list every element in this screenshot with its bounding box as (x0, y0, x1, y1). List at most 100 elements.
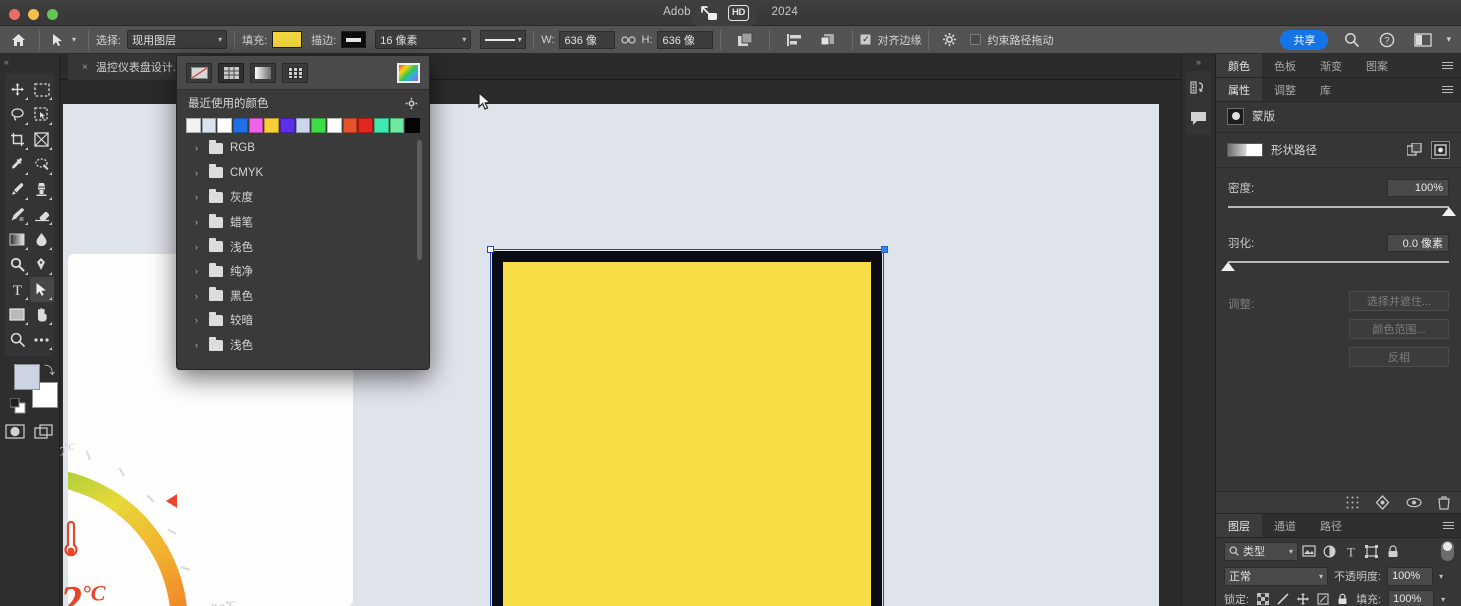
horizontal-type-tool[interactable]: T (5, 277, 30, 302)
properties-panel-tabs[interactable]: 属性 调整 库 (1216, 78, 1461, 102)
density-value[interactable]: 100% (1387, 179, 1449, 197)
share-button[interactable]: 共享 (1280, 29, 1329, 50)
height-input[interactable]: 636 像 (657, 30, 714, 49)
link-icon[interactable] (615, 29, 641, 51)
swatch-groups-list[interactable]: › RGB › CMYK › 灰度 › 蜡笔 › 浅色 › 纯净 › 黑色 › 较暗 › 浅色 (186, 136, 422, 356)
gradient-mode-button[interactable] (250, 62, 276, 83)
selection-scope-dropdown[interactable]: 现用图层 ▾ (127, 30, 228, 49)
stroke-width-field[interactable]: 16 像素 ▾ (375, 30, 472, 49)
delete-icon[interactable] (1438, 495, 1450, 510)
swatch-group-row[interactable]: › 纯净 (186, 259, 422, 284)
edit-toolbar-tool[interactable] (30, 327, 55, 352)
recent-color-swatch[interactable] (327, 118, 342, 133)
recent-color-swatch[interactable] (280, 118, 295, 133)
color-panel-menu-icon[interactable] (1442, 54, 1461, 77)
recent-color-swatch[interactable] (217, 118, 233, 133)
layers-panel-menu-icon[interactable] (1443, 514, 1461, 537)
tab-channels[interactable]: 通道 (1262, 514, 1308, 537)
lock-artboard-icon[interactable] (1316, 593, 1329, 606)
clone-stamp-tool[interactable] (30, 177, 55, 202)
recent-color-swatch[interactable] (186, 118, 201, 133)
recent-color-swatch[interactable] (201, 118, 217, 133)
lasso-tool[interactable] (5, 102, 30, 127)
swatches-scrollbar[interactable] (417, 140, 422, 260)
screen-sharing-indicators[interactable]: HD (692, 0, 757, 26)
swatches-popup-panel[interactable]: 最近使用的颜色 › RGB › CMYK › 灰度 › 蜡笔 › 浅色 › 纯净 › 黑色 › 较暗 › 浅色 (176, 55, 492, 370)
swatch-group-row[interactable]: › 较暗 (186, 308, 422, 333)
recent-color-swatch[interactable] (233, 118, 248, 133)
eraser-tool[interactable] (30, 202, 55, 227)
workspace-icon[interactable] (1410, 29, 1436, 51)
gradient-tool[interactable] (5, 227, 30, 252)
color-panel-tabs[interactable]: 颜色 色板 渐变 图案 (1216, 54, 1461, 78)
stroke-color-swatch[interactable] (341, 31, 367, 48)
help-icon[interactable]: ? (1374, 29, 1400, 51)
brush-tool[interactable] (5, 177, 30, 202)
collapse-tools-button[interactable]: « (0, 54, 59, 67)
path-selection-tool[interactable] (29, 277, 54, 302)
tab-adjustments[interactable]: 调整 (1262, 78, 1308, 101)
path-anchor-point[interactable] (487, 246, 494, 253)
visibility-icon[interactable] (1406, 497, 1422, 508)
align-edges-checkbox[interactable]: ✓ (860, 34, 872, 45)
color-picker-icon[interactable] (397, 62, 420, 83)
lock-position-icon[interactable] (1296, 593, 1309, 606)
properties-panel-menu-icon[interactable] (1442, 78, 1461, 101)
feather-value[interactable]: 0.0 像素 (1387, 234, 1449, 252)
chevron-right-icon[interactable]: › (195, 315, 202, 325)
swatch-group-row[interactable]: › 黑色 (186, 284, 422, 309)
chevron-right-icon[interactable]: › (195, 192, 202, 202)
frame-tool[interactable] (30, 127, 55, 152)
smart-object-filter-icon[interactable] (1382, 541, 1403, 561)
chevron-right-icon[interactable]: › (195, 143, 202, 153)
color-range-button[interactable]: 颜色范围... (1349, 319, 1449, 339)
object-selection-tool[interactable] (30, 102, 55, 127)
shape-path-outline[interactable] (490, 249, 884, 606)
chevron-right-icon[interactable]: › (195, 168, 202, 178)
select-mask-icon[interactable] (1431, 141, 1450, 159)
chevron-right-icon[interactable]: › (195, 291, 202, 301)
recent-color-swatch[interactable] (342, 118, 358, 133)
layer-filter-type-dropdown[interactable]: 类型 ▾ (1224, 541, 1298, 561)
recent-color-swatch[interactable] (248, 118, 264, 133)
select-and-mask-button[interactable]: 选择并遮住... (1349, 291, 1449, 311)
path-alignment-icon[interactable] (777, 29, 811, 51)
chevron-down-icon[interactable]: ▾ (1446, 34, 1451, 45)
tab-patterns[interactable]: 图案 (1354, 54, 1400, 77)
tab-gradients[interactable]: 渐变 (1308, 54, 1354, 77)
recent-color-swatch[interactable] (295, 118, 311, 133)
fill-stepper-icon[interactable]: ▾ (1441, 595, 1445, 604)
swatch-group-row[interactable]: › 浅色 (186, 234, 422, 259)
opacity-value[interactable]: 100% (1387, 566, 1434, 586)
active-tool-preset-picker[interactable]: ▾ (47, 29, 81, 51)
fill-value[interactable]: 100% (1388, 589, 1435, 606)
fill-color-swatch[interactable] (272, 31, 303, 48)
zoom-tool[interactable] (5, 327, 30, 352)
layers-panel-tabs[interactable]: 图层 通道 路径 (1216, 514, 1461, 538)
shape-filter-icon[interactable] (1361, 541, 1382, 561)
history-brush-tool[interactable] (5, 202, 30, 227)
feather-slider[interactable] (1221, 259, 1449, 273)
pen-tool[interactable] (30, 252, 55, 277)
recent-color-swatch[interactable] (358, 118, 374, 133)
gear-icon[interactable] (405, 97, 418, 110)
chevron-right-icon[interactable]: › (195, 266, 202, 276)
density-slider[interactable] (1228, 204, 1456, 218)
tab-swatches[interactable]: 色板 (1262, 54, 1308, 77)
eyedropper-tool[interactable] (5, 152, 30, 177)
filter-enable-toggle[interactable] (1441, 541, 1454, 561)
close-icon[interactable]: × (82, 62, 88, 73)
chevron-right-icon[interactable]: › (195, 242, 202, 252)
default-colors-icon[interactable] (10, 398, 26, 414)
recent-color-swatch[interactable] (374, 118, 389, 133)
gear-icon[interactable] (936, 29, 962, 51)
type-filter-icon[interactable]: T (1340, 541, 1361, 561)
recent-color-swatch[interactable] (405, 118, 421, 133)
quick-mask-icon[interactable] (5, 424, 25, 439)
pixel-mask-icon[interactable] (1346, 496, 1359, 509)
screen-share-icon[interactable] (700, 5, 719, 22)
lock-transparent-icon[interactable] (1256, 593, 1269, 606)
no-color-mode-button[interactable] (186, 62, 212, 83)
search-icon[interactable] (1338, 29, 1364, 51)
blur-tool[interactable] (30, 227, 55, 252)
